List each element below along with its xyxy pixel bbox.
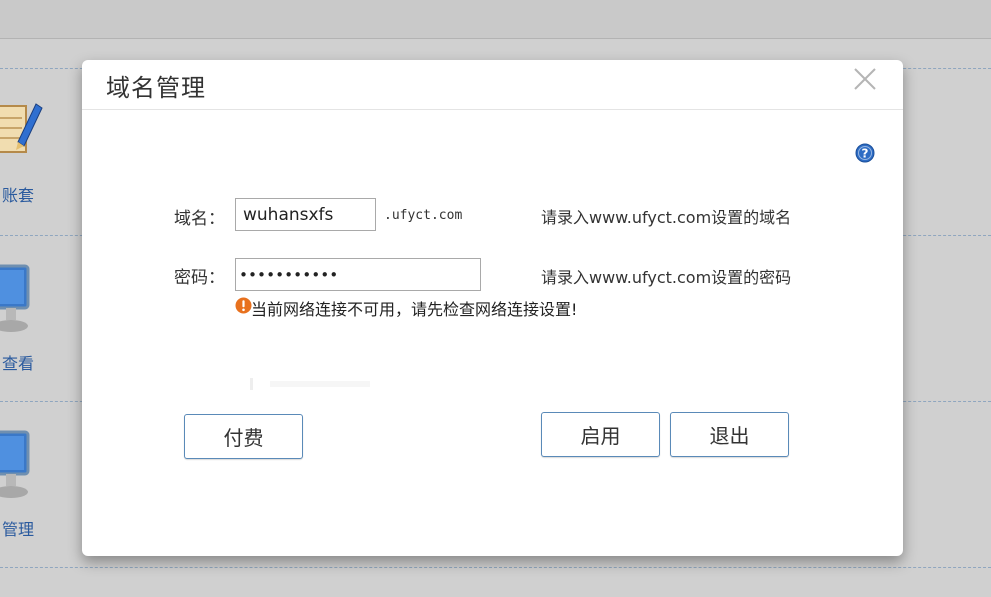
svg-text:?: ? <box>862 147 869 161</box>
help-icon[interactable]: ? <box>855 143 875 163</box>
dialog-title: 域名管理 <box>106 74 206 102</box>
nav-item-manage[interactable]: 管理 <box>0 424 80 584</box>
password-input[interactable] <box>235 258 481 291</box>
faint-placeholder <box>250 378 370 390</box>
nav-item-label: 查看 <box>2 354 35 373</box>
monitor-icon <box>0 430 30 498</box>
domain-suffix: .ufyct.com <box>384 208 463 223</box>
nav-item-label: 管理 <box>2 520 35 539</box>
nav-item-account-set[interactable]: 账套 <box>0 92 80 252</box>
enable-button[interactable]: 启用 <box>541 412 660 457</box>
error-text: 当前网络连接不可用，请先检查网络连接设置! <box>251 300 578 319</box>
monitor-icon <box>0 264 30 332</box>
password-label: 密码： <box>174 268 225 288</box>
close-icon[interactable] <box>852 66 878 92</box>
dashed-divider <box>0 567 991 568</box>
domain-management-dialog: 域名管理 ? 域名： .ufyct.com 请录入www.ufyct.com设置… <box>82 60 903 556</box>
domain-hint: 请录入www.ufyct.com设置的域名 <box>541 208 792 227</box>
title-divider <box>82 109 903 110</box>
nav-item-view[interactable]: 查看 <box>0 258 80 418</box>
pay-button[interactable]: 付费 <box>184 414 303 459</box>
domain-label: 域名： <box>174 209 225 229</box>
warning-icon <box>235 297 252 314</box>
password-hint: 请录入www.ufyct.com设置的密码 <box>541 268 792 287</box>
domain-input[interactable] <box>235 198 376 231</box>
nav-item-label: 账套 <box>2 186 35 205</box>
ledger-pen-icon <box>0 103 43 153</box>
exit-button[interactable]: 退出 <box>670 412 789 457</box>
